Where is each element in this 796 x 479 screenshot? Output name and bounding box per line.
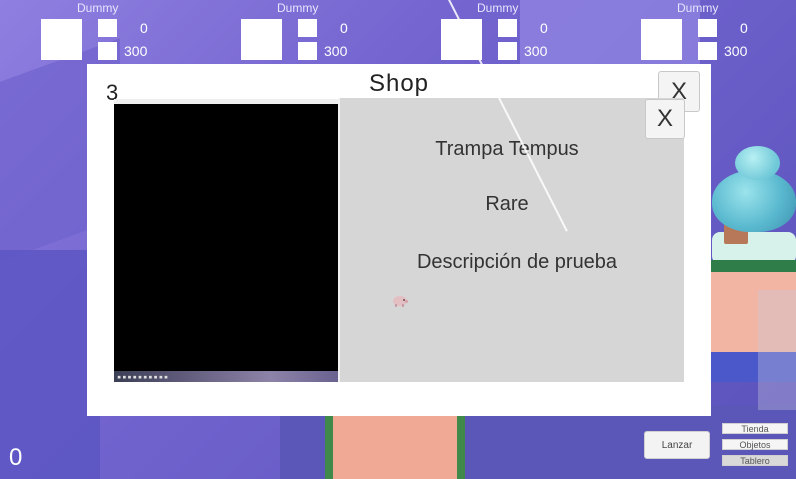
player-avatar <box>41 19 82 60</box>
stat-icon <box>98 42 117 60</box>
player-card-4: Dummy 0 300 <box>641 0 761 62</box>
preview-taskbar: ▪▪▪▪▪▪▪▪▪▪ <box>114 371 338 382</box>
stat-icon <box>498 19 517 37</box>
menu-button-tablero[interactable]: Tablero <box>722 455 788 466</box>
player-stat-bottom: 300 <box>724 43 748 59</box>
score-counter: 0 <box>9 444 23 471</box>
stat-icon <box>698 19 717 37</box>
roll-dice-button[interactable]: Lanzar <box>644 431 710 459</box>
player-avatar <box>241 19 282 60</box>
stat-icon <box>98 19 117 37</box>
stat-icon <box>298 19 317 37</box>
side-panel-shade <box>758 290 796 410</box>
taskbar-icons: ▪▪▪▪▪▪▪▪▪▪ <box>117 373 170 381</box>
player-stat-top: 0 <box>740 20 748 36</box>
stat-icon <box>698 42 717 60</box>
item-name: Trampa Tempus <box>435 138 579 160</box>
pig-icon <box>393 296 408 307</box>
player-name: Dummy <box>77 1 119 15</box>
stat-icon <box>298 42 317 60</box>
shop-dialog: Shop 3 X ▪▪▪▪▪▪▪▪▪▪ X Trampa Tempus Rare… <box>87 64 711 416</box>
player-avatar <box>641 19 682 60</box>
item-rarity: Rare <box>485 193 529 215</box>
item-detail-panel: X Trampa Tempus Rare Descripción de prue… <box>338 98 685 382</box>
item-preview-image[interactable] <box>114 104 338 382</box>
player-stat-top: 0 <box>540 20 548 36</box>
player-stat-top: 0 <box>140 20 148 36</box>
menu-button-tienda[interactable]: Tienda <box>722 423 788 434</box>
player-card-3: Dummy 0 300 <box>441 0 561 62</box>
player-stat-bottom: 300 <box>124 43 148 59</box>
player-card-1: Dummy 0 300 <box>41 0 161 62</box>
player-stat-top: 0 <box>340 20 348 36</box>
board-path-tile <box>325 412 465 479</box>
mushroom-tree-top <box>735 146 780 180</box>
player-stat-bottom: 300 <box>324 43 348 59</box>
shop-title: Shop <box>368 70 430 97</box>
player-stat-bottom: 300 <box>524 43 548 59</box>
menu-button-objetos[interactable]: Objetos <box>722 439 788 450</box>
player-name: Dummy <box>677 1 719 15</box>
player-card-2: Dummy 0 300 <box>241 0 361 62</box>
detail-close-button[interactable]: X <box>645 99 685 139</box>
player-name: Dummy <box>277 1 319 15</box>
item-description: Descripción de prueba <box>416 251 618 273</box>
stat-icon <box>498 42 517 60</box>
hedge <box>710 260 796 272</box>
player-name: Dummy <box>477 1 519 15</box>
